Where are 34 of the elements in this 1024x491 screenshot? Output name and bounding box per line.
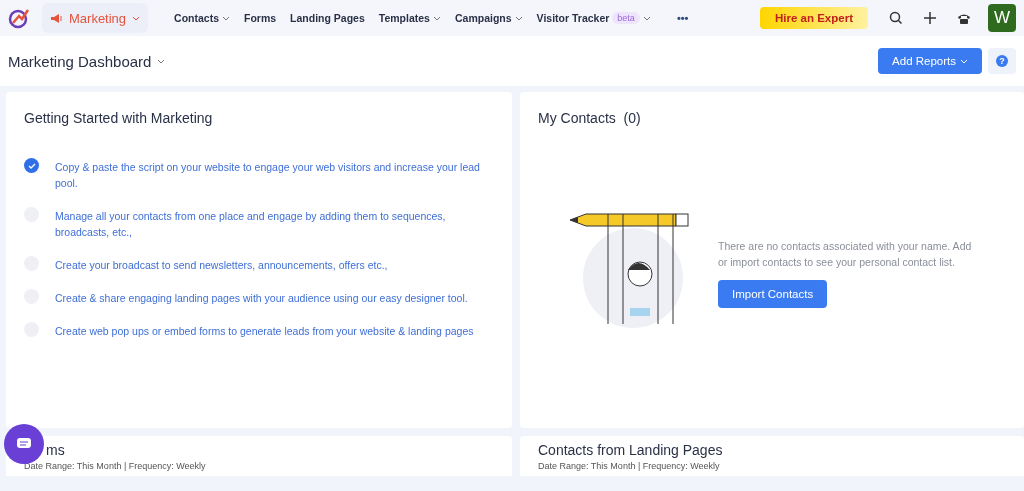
megaphone-icon [50, 12, 63, 24]
chat-icon [16, 437, 32, 451]
card-subtitle: Date Range: This Month | Frequency: Weekly [24, 461, 207, 471]
nav-menu-item[interactable]: Landing Pages [286, 12, 369, 24]
beta-badge: beta [612, 12, 640, 24]
card-subtitle: Date Range: This Month | Frequency: Weekly [538, 461, 721, 471]
nav-menu-item[interactable]: Forms [240, 12, 281, 24]
search-icon [889, 11, 903, 25]
step-text: Create & share engaging landing pages with your audience using our easy designer tool. [55, 291, 469, 306]
nav-menu-item[interactable]: Visitor Tracker beta [532, 12, 655, 24]
empty-message: There are no contacts associated with your name. Add or import contacts to see your personal contact list. [718, 239, 973, 270]
chat-button[interactable] [4, 424, 44, 464]
more-button[interactable]: ••• [670, 11, 695, 25]
dashboard-title[interactable]: Marketing Dashboard [8, 52, 166, 70]
nav-menu-item[interactable]: Templates [374, 12, 445, 24]
step-text: Manage all your contacts from one place and engage by adding them to sequences, broadcasts, etc., [55, 209, 447, 240]
hire-expert-button[interactable]: Hire an Expert [760, 7, 868, 29]
user-avatar[interactable]: W [988, 4, 1016, 32]
plus-icon [923, 11, 937, 25]
card-title: ms [46, 442, 65, 458]
step-text: Create web pop ups or embed forms to generate leads from your website & landing pages [55, 324, 475, 339]
import-contacts-button[interactable]: Import Contacts [718, 280, 828, 308]
card-title: My Contacts (0) [538, 110, 642, 126]
nav-menu-item[interactable]: Contacts [170, 12, 234, 24]
step-text: Copy & paste the script on your website to engage your web visitors and increase your lead pool. [55, 160, 481, 191]
card-title: Getting Started with Marketing [24, 110, 214, 126]
card-title: Contacts from Landing Pages [538, 442, 723, 458]
help-button[interactable]: ? [988, 48, 1016, 74]
logo-icon[interactable] [8, 7, 30, 29]
step-text: Create your broadcast to send newsletters, announcements, offers etc., [55, 258, 389, 273]
nav-menu-item[interactable]: Campaigns [450, 12, 527, 24]
chevron-icon [157, 58, 166, 64]
chevron-icon [960, 58, 968, 64]
add-reports-button[interactable]: Add Reports [878, 48, 982, 74]
